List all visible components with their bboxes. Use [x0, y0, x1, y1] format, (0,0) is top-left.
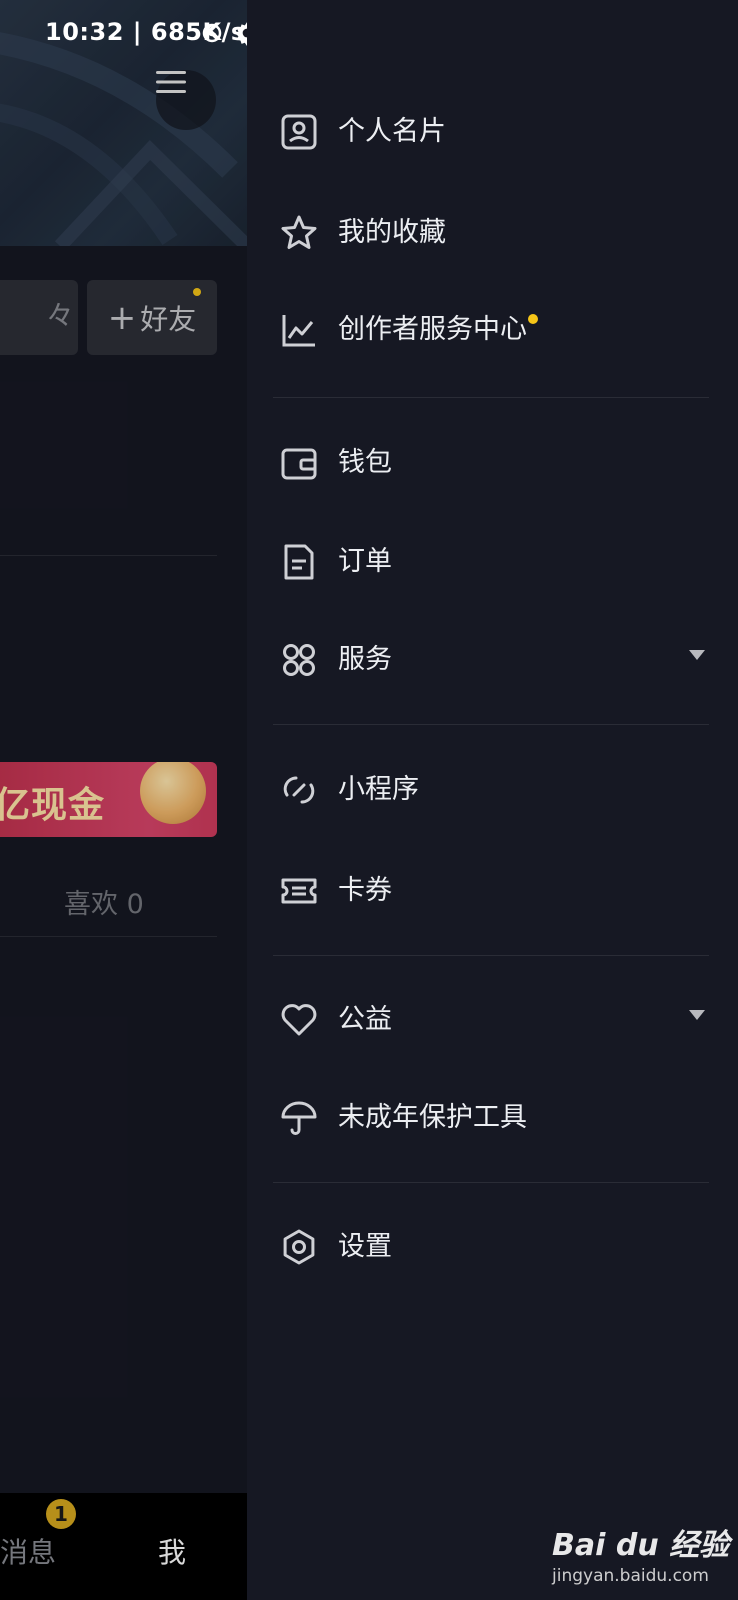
document-icon [284, 544, 314, 580]
wallet-icon [281, 448, 317, 480]
menu-item-mini-programs[interactable]: 小程序 [247, 750, 738, 830]
notification-dot [528, 314, 538, 324]
link-icon [283, 776, 315, 804]
star-icon [281, 215, 317, 249]
menu-item-business-card[interactable]: 个人名片 [247, 92, 738, 172]
menu-item-coupons[interactable]: 卡券 [247, 851, 738, 931]
divider [273, 1182, 709, 1183]
menu-item-orders[interactable]: 订单 [247, 522, 738, 602]
chevron-down-icon [689, 650, 705, 660]
menu-item-charity[interactable]: 公益 [247, 980, 738, 1060]
dim-overlay[interactable] [0, 0, 247, 1600]
netease-icon [202, 23, 222, 43]
chevron-down-icon [689, 1010, 705, 1020]
id-card-icon [281, 114, 317, 150]
menu-item-wallet[interactable]: 钱包 [247, 423, 738, 503]
menu-item-settings[interactable]: 设置 [247, 1207, 738, 1287]
menu-label: 创作者服务中心 [338, 314, 527, 345]
divider [273, 397, 709, 398]
menu-item-minor-protection[interactable]: 未成年保护工具 [247, 1078, 738, 1158]
side-drawer-menu: 个人名片 我的收藏 创作者服务中心 钱包 订单 服务 小程序 卡券 公益 未成年… [247, 0, 738, 1600]
menu-label: 钱包 [338, 447, 392, 478]
chart-icon [282, 315, 315, 347]
heart-icon [281, 1004, 317, 1036]
menu-label: 服务 [338, 644, 392, 675]
menu-label: 订单 [338, 546, 392, 577]
gear-icon [283, 1229, 315, 1265]
menu-label: 我的收藏 [338, 217, 446, 248]
baidu-jingyan-watermark: Bai du 经验 jingyan.baidu.com [552, 1520, 729, 1586]
umbrella-icon [281, 1101, 317, 1135]
menu-label: 小程序 [338, 774, 419, 805]
menu-label: 卡券 [338, 875, 392, 906]
background-profile-page: 々 + 好友 亿现金 喜欢 0 1 消息 我 [0, 0, 247, 1600]
menu-label: 设置 [338, 1231, 392, 1262]
menu-item-services[interactable]: 服务 [247, 620, 738, 700]
menu-item-favorites[interactable]: 我的收藏 [247, 193, 738, 273]
watermark-url: jingyan.baidu.com [552, 1566, 709, 1586]
grid-icon [283, 644, 315, 676]
menu-item-creator-center[interactable]: 创作者服务中心 [247, 290, 738, 370]
menu-label: 个人名片 [338, 116, 446, 147]
menu-label: 未成年保护工具 [338, 1102, 527, 1133]
ticket-icon [281, 878, 317, 904]
divider [273, 955, 709, 956]
divider [273, 724, 709, 725]
watermark-brand: Bai du 经验 [552, 1528, 730, 1563]
menu-label: 公益 [338, 1004, 392, 1035]
